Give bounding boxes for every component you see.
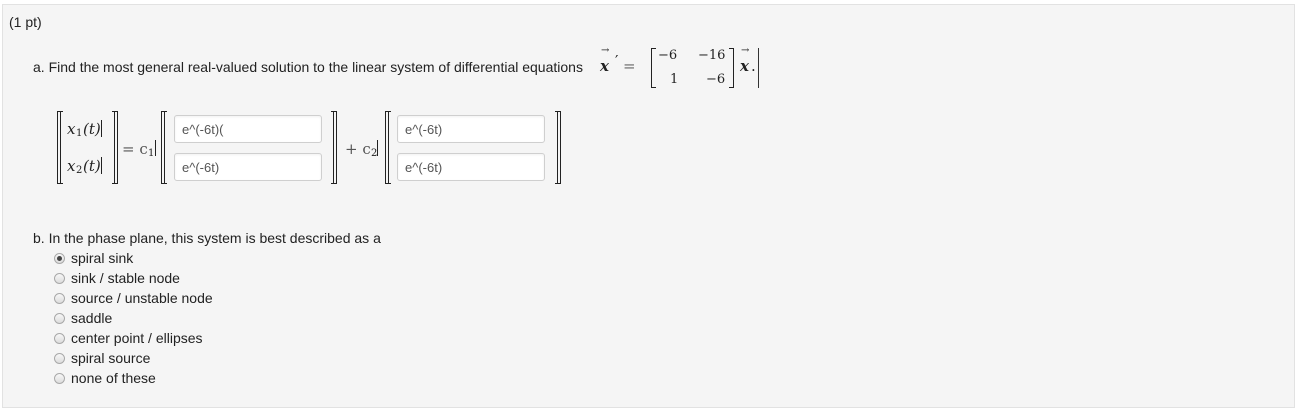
prime-mark: ′ bbox=[615, 52, 619, 70]
text-cursor bbox=[758, 48, 759, 88]
radio-button[interactable] bbox=[54, 333, 65, 344]
x2-cursor bbox=[101, 157, 102, 174]
x-vector-symbol: x bbox=[600, 57, 609, 75]
x-vector-symbol-right: x bbox=[740, 57, 749, 75]
option-label: source / unstable node bbox=[71, 290, 213, 306]
option-label: saddle bbox=[71, 310, 113, 326]
x2-subscript: 2 bbox=[76, 165, 83, 176]
x1-argument: (t) bbox=[83, 120, 101, 138]
x1-symbol: x bbox=[67, 120, 76, 138]
matrix-a21: 1 bbox=[670, 72, 679, 87]
part-b-prompt: b. In the phase plane, this system is be… bbox=[33, 230, 381, 246]
matrix-a12: −16 bbox=[698, 48, 726, 63]
plus-c2: + c bbox=[345, 140, 371, 158]
radio-button[interactable] bbox=[54, 373, 65, 384]
c2-top-field[interactable] bbox=[397, 115, 545, 143]
c1-bottom-field[interactable] bbox=[174, 153, 322, 181]
part-a-prompt: a. Find the most general real-valued sol… bbox=[33, 59, 583, 75]
x1-cursor bbox=[101, 120, 102, 137]
period: . bbox=[751, 57, 756, 75]
option-label: spiral source bbox=[71, 350, 151, 366]
x2-argument: (t) bbox=[83, 157, 101, 175]
radio-button[interactable] bbox=[54, 253, 65, 264]
radio-button[interactable] bbox=[54, 293, 65, 304]
vector-arrow-right: → bbox=[741, 45, 750, 56]
c1-cursor bbox=[155, 140, 156, 156]
c2-bottom-field[interactable] bbox=[397, 153, 545, 181]
option-label: sink / stable node bbox=[71, 270, 180, 286]
equals-c1: = c bbox=[122, 140, 148, 158]
radio-button[interactable] bbox=[54, 273, 65, 284]
matrix-a11: −6 bbox=[658, 48, 678, 63]
radio-button[interactable] bbox=[54, 313, 65, 324]
option-label: spiral sink bbox=[71, 250, 134, 266]
x2-symbol: x bbox=[67, 157, 76, 175]
vector-arrow: → bbox=[601, 45, 610, 56]
c2-cursor bbox=[377, 140, 378, 156]
equals-sign: = bbox=[623, 57, 636, 75]
points-label: (1 pt) bbox=[9, 14, 42, 30]
selected-dot bbox=[57, 256, 62, 261]
option-label: center point / ellipses bbox=[71, 330, 203, 346]
option-label: none of these bbox=[71, 370, 156, 386]
c1-subscript: 1 bbox=[148, 148, 155, 159]
c1-top-field[interactable] bbox=[174, 115, 322, 143]
matrix-a22: −6 bbox=[706, 72, 726, 87]
radio-button[interactable] bbox=[54, 353, 65, 364]
x1-subscript: 1 bbox=[76, 128, 83, 139]
